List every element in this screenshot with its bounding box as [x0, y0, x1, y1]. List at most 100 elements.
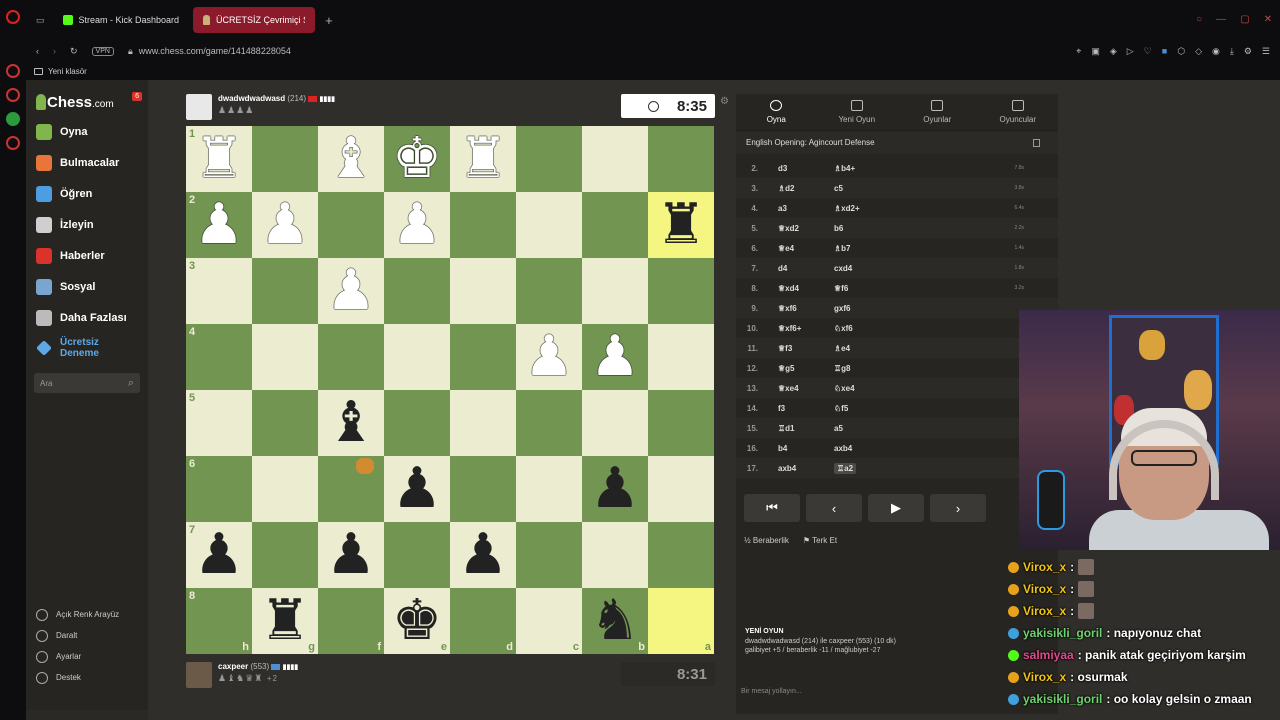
white-move[interactable]: axb4 — [758, 464, 824, 473]
tab-new-game[interactable]: Yeni Oyun — [817, 94, 898, 130]
board-square[interactable] — [384, 258, 450, 324]
black-piece-icon[interactable]: ♜ — [656, 197, 706, 253]
board-square[interactable]: f — [318, 588, 384, 654]
pin-icon[interactable]: ⌖ — [1076, 46, 1081, 57]
white-move[interactable]: ♕f3 — [758, 344, 824, 353]
board-square[interactable] — [252, 390, 318, 456]
white-piece-icon[interactable]: ♟ — [260, 197, 310, 253]
minimize-icon[interactable]: — — [1216, 14, 1226, 25]
white-piece-icon[interactable]: ♜ — [194, 131, 244, 187]
vpn-badge[interactable]: VPN — [91, 46, 114, 56]
board-square[interactable] — [252, 126, 318, 192]
board-square[interactable] — [516, 390, 582, 456]
board-square[interactable]: ♟ — [516, 324, 582, 390]
black-move[interactable]: ♕f6 — [824, 284, 890, 293]
board-square[interactable]: d — [450, 588, 516, 654]
chat-username[interactable]: salmiyaa — [1023, 648, 1074, 662]
avatar[interactable] — [186, 662, 212, 688]
black-piece-icon[interactable]: ♝ — [326, 395, 376, 451]
nav-bottom-item-2[interactable]: Ayarlar — [26, 646, 148, 667]
black-piece-icon[interactable]: ♟ — [194, 527, 244, 583]
board-square[interactable] — [252, 324, 318, 390]
download-icon[interactable]: ⤓ — [1230, 46, 1234, 57]
board-square[interactable]: ♟ — [318, 522, 384, 588]
black-move[interactable]: ♗e4 — [824, 344, 890, 353]
board-square[interactable] — [318, 456, 384, 522]
nav-item-1[interactable]: Bulmacalar — [26, 147, 148, 178]
search-icon[interactable]: ⌕ — [128, 377, 134, 390]
white-piece-icon[interactable]: ♟ — [194, 197, 244, 253]
white-piece-icon[interactable]: ♟ — [326, 263, 376, 319]
board-square[interactable]: 7 ♟ — [186, 522, 252, 588]
board-square[interactable]: ♟ — [582, 324, 648, 390]
draw-button[interactable]: ½ Beraberlik — [744, 536, 789, 545]
shield-icon[interactable]: ◈ — [1110, 46, 1117, 57]
black-move[interactable]: c5 — [824, 184, 890, 193]
opera-logo-icon[interactable] — [6, 10, 20, 24]
white-move[interactable]: ♕e4 — [758, 244, 824, 253]
black-move[interactable]: ♘f5 — [824, 404, 890, 413]
sidebar-icon[interactable] — [6, 136, 20, 150]
board-square[interactable] — [516, 522, 582, 588]
board-square[interactable] — [450, 390, 516, 456]
board-square[interactable]: c — [516, 588, 582, 654]
heart-icon[interactable]: ♡ — [1144, 46, 1152, 57]
board-square[interactable]: ♟ — [318, 258, 384, 324]
chat-username[interactable]: Virox_x — [1023, 582, 1066, 596]
black-move[interactable]: ♗b7 — [824, 244, 890, 253]
search-icon[interactable]: ○ — [1196, 14, 1202, 25]
nav-item-0[interactable]: Oyna — [26, 116, 148, 147]
black-move[interactable]: ♘xe4 — [824, 384, 890, 393]
profile-icon[interactable]: ◉ — [1212, 46, 1220, 57]
board-square[interactable] — [582, 258, 648, 324]
bookmark-folder[interactable]: Yeni klasör — [48, 67, 87, 76]
nav-item-5[interactable]: Sosyal — [26, 271, 148, 302]
chat-username[interactable]: yakisikli_goril — [1023, 626, 1102, 640]
white-move[interactable]: ♖d1 — [758, 424, 824, 433]
first-move-button[interactable]: ⏮ — [744, 494, 800, 522]
sidebar-icon[interactable] — [6, 88, 20, 102]
board-square[interactable]: ♟ — [450, 522, 516, 588]
white-move[interactable]: ♕xe4 — [758, 384, 824, 393]
board-square[interactable]: ♚ — [384, 126, 450, 192]
board-square[interactable]: ♝ — [318, 126, 384, 192]
black-piece-icon[interactable]: ♟ — [590, 461, 640, 517]
chess-com-logo[interactable]: Chess.com 6 — [26, 90, 148, 114]
next-move-button[interactable]: › — [930, 494, 986, 522]
nav-item-4[interactable]: Haberler — [26, 240, 148, 271]
black-move[interactable]: cxd4 — [824, 264, 890, 273]
opening-label[interactable]: English Opening: Agincourt Defense — [746, 138, 875, 147]
board-square[interactable]: ♟ — [384, 456, 450, 522]
board-square[interactable]: 3 — [186, 258, 252, 324]
black-piece-icon[interactable]: ♟ — [326, 527, 376, 583]
board-square[interactable] — [582, 126, 648, 192]
white-move[interactable]: f3 — [758, 404, 824, 413]
trash-icon[interactable] — [1033, 138, 1040, 147]
white-move[interactable]: d3 — [758, 164, 824, 173]
black-move[interactable]: ♖g8 — [824, 364, 890, 373]
board-square[interactable] — [252, 258, 318, 324]
black-move[interactable]: ♗xd2+ — [824, 204, 890, 213]
board-square[interactable]: a — [648, 588, 714, 654]
tab-kick[interactable]: Stream - Kick Dashboard — [53, 7, 190, 33]
board-square[interactable] — [384, 324, 450, 390]
black-piece-icon[interactable]: ♞ — [590, 593, 640, 649]
cube-icon[interactable]: ◇ — [1195, 46, 1202, 57]
nav-search[interactable]: Ara ⌕ — [34, 373, 140, 393]
back-icon[interactable]: ‹ — [36, 46, 39, 56]
board-square[interactable] — [648, 522, 714, 588]
board-square[interactable]: 2 ♟ — [186, 192, 252, 258]
white-move[interactable]: ♗d2 — [758, 184, 824, 193]
board-square[interactable] — [516, 126, 582, 192]
black-piece-icon[interactable]: ♚ — [392, 593, 442, 649]
tabs-menu-icon[interactable]: ▭ — [32, 15, 49, 26]
white-piece-icon[interactable]: ♟ — [590, 329, 640, 385]
tab-play[interactable]: Oyna — [736, 94, 817, 130]
white-move[interactable]: ♕xd2 — [758, 224, 824, 233]
nav-bottom-item-1[interactable]: Daralt — [26, 625, 148, 646]
black-piece-icon[interactable]: ♟ — [392, 461, 442, 517]
board-square[interactable] — [648, 126, 714, 192]
board-square[interactable] — [648, 456, 714, 522]
prev-move-button[interactable]: ‹ — [806, 494, 862, 522]
avatar[interactable] — [186, 94, 212, 120]
